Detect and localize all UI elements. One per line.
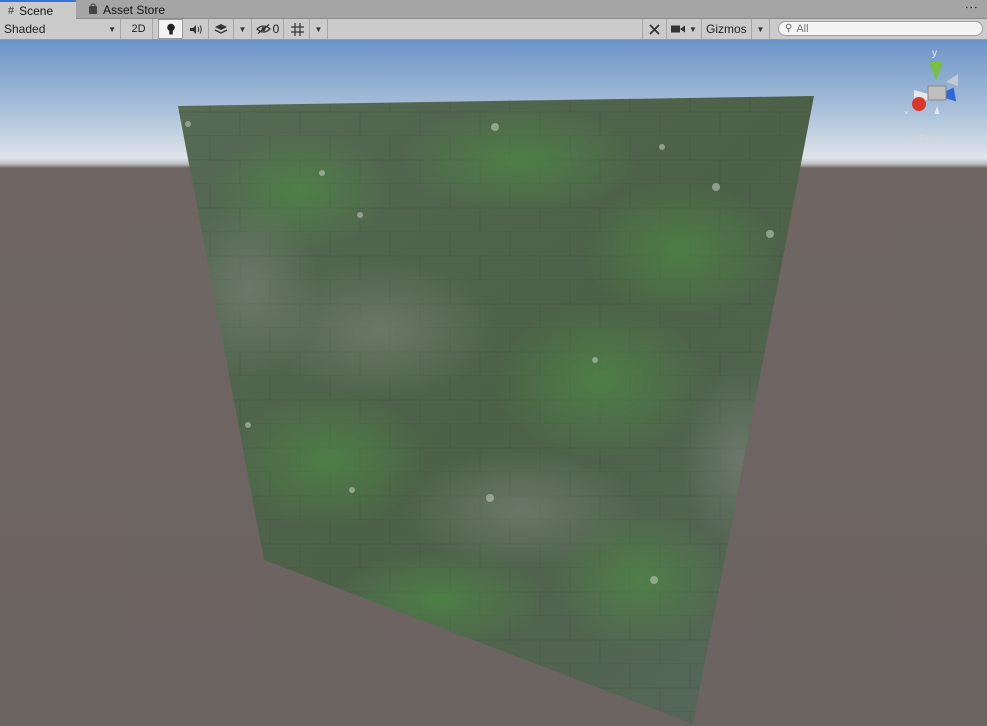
scene-viewport[interactable]: y x < Persp [0, 40, 987, 726]
grid-toggle-button[interactable] [286, 19, 310, 39]
tools-icon [649, 23, 660, 35]
orientation-gizmo[interactable]: y x [900, 44, 980, 114]
grid-icon [291, 22, 304, 36]
chevron-down-icon: ▼ [314, 24, 323, 34]
speaker-icon [189, 24, 202, 34]
chevron-down-icon: ▼ [756, 24, 765, 34]
chevron-down-icon: ▼ [689, 24, 697, 34]
audio-toggle-button[interactable] [183, 19, 209, 39]
gizmos-button[interactable]: Gizmos [702, 19, 752, 39]
perspective-label[interactable]: < Persp [910, 134, 945, 145]
chevron-down-icon: ▼ [238, 24, 247, 34]
gizmo-x-label: x [904, 108, 909, 114]
grid-icon: # [8, 5, 15, 17]
lighting-toggle-button[interactable] [158, 19, 183, 39]
eye-slash-icon [255, 24, 271, 34]
chevron-down-icon: ▼ [108, 24, 116, 34]
tab-bar: # Scene Asset Store ⋮ [0, 0, 987, 20]
2d-toggle-button[interactable]: 2D [125, 19, 153, 39]
tab-asset-store-label: Asset Store [103, 2, 166, 17]
gizmos-dropdown[interactable]: ▼ [752, 19, 770, 39]
draw-mode-dropdown[interactable]: Shaded ▼ [0, 19, 121, 39]
scene-render [170, 90, 820, 726]
gizmo-y-label: y [932, 48, 937, 59]
scene-visibility-toggle[interactable]: 0 [252, 19, 284, 39]
camera-icon [671, 25, 686, 33]
tab-scene[interactable]: # Scene [0, 0, 76, 20]
tab-asset-store[interactable]: Asset Store [80, 0, 173, 19]
scene-toolbar: Shaded ▼ 2D ▼ 0 ▼ ▼ Gizmos ▼ ⚲ [0, 19, 987, 40]
draw-mode-label: Shaded [4, 22, 46, 36]
tools-button[interactable] [642, 19, 667, 39]
effects-toggle-button[interactable] [209, 19, 234, 39]
layers-icon [214, 24, 228, 34]
kebab-menu-icon[interactable]: ⋮ [964, 1, 979, 13]
gizmos-label: Gizmos [706, 22, 747, 36]
grid-dropdown[interactable]: ▼ [310, 19, 328, 39]
search-input[interactable] [792, 22, 967, 35]
tab-scene-label: Scene [19, 4, 54, 18]
camera-settings-dropdown[interactable]: ▼ [667, 19, 702, 39]
effects-dropdown[interactable]: ▼ [234, 19, 252, 39]
search-icon: ⚲ [785, 23, 793, 34]
mossy-wall-plane[interactable] [170, 90, 820, 726]
shopping-bag-icon [88, 3, 98, 17]
hidden-count: 0 [272, 22, 280, 36]
lightbulb-icon [166, 23, 175, 34]
scene-search-field[interactable]: ⚲ [778, 21, 983, 36]
